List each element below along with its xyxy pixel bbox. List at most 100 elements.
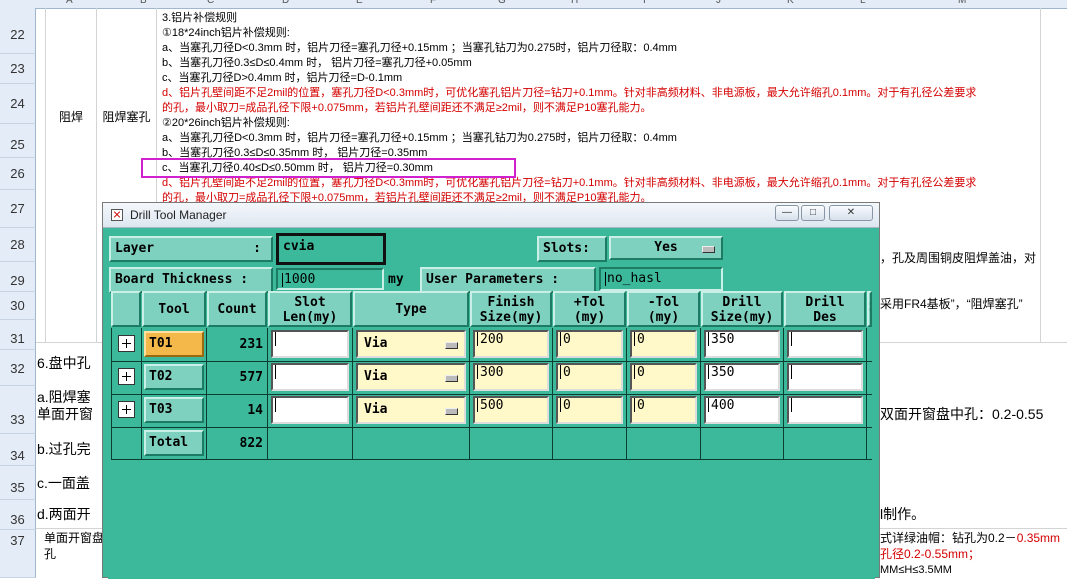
dropdown-indicator-icon <box>445 342 458 349</box>
header-text: Size(my) <box>710 310 774 325</box>
maximize-button[interactable]: □ <box>801 205 825 221</box>
type-value: Via <box>364 402 388 417</box>
text-caret <box>282 272 283 287</box>
drill-des-input[interactable] <box>787 396 863 424</box>
header-slot-len[interactable]: Slot Len(my) <box>268 291 352 327</box>
header-text: Size(my) <box>479 310 543 325</box>
text-caret <box>560 398 561 412</box>
header-text: +Tol <box>573 295 606 310</box>
board-thickness-input[interactable]: 1000 <box>276 268 384 290</box>
tool-button-t03[interactable]: T03 <box>144 397 204 423</box>
header-plus-tol[interactable]: +Tol (my) <box>553 291 626 327</box>
row-header[interactable]: 36 <box>0 500 36 530</box>
expand-row-icon[interactable] <box>118 335 135 352</box>
drill-des-input[interactable] <box>787 330 863 358</box>
header-drill-size[interactable]: Drill Size(my) <box>701 291 783 327</box>
drill-size-input[interactable]: 400 <box>704 396 780 424</box>
tool-count: 231 <box>239 337 263 352</box>
plus-tol-input[interactable]: 0 <box>556 396 623 424</box>
row-header[interactable]: 37 <box>0 530 36 578</box>
row-header[interactable]: 32 <box>0 350 36 386</box>
column-letter: G <box>498 0 506 6</box>
minus-tol-input[interactable]: 0 <box>630 396 697 424</box>
plus-tol-input[interactable]: 0 <box>556 330 623 358</box>
row-header[interactable]: 24 <box>0 84 36 124</box>
finish-size-input[interactable]: 200 <box>473 330 549 358</box>
layer-label-text: Layer <box>115 241 155 256</box>
header-text: (my) <box>647 310 680 325</box>
tool-button-t02[interactable]: T02 <box>144 364 204 390</box>
text-caret <box>477 398 478 412</box>
slots-select[interactable]: Yes <box>609 236 723 260</box>
minus-tol-input[interactable]: 0 <box>630 330 697 358</box>
cell-text: b.过孔完 <box>37 441 91 457</box>
drill-size-input[interactable]: 350 <box>704 363 780 391</box>
board-thickness-unit: my <box>388 272 404 287</box>
row-header[interactable]: 25 <box>0 124 36 158</box>
text-caret <box>791 332 792 346</box>
type-select[interactable]: Via <box>356 363 466 391</box>
merged-cell-a[interactable]: 阻焊 <box>46 108 96 125</box>
minus-tol-input[interactable]: 0 <box>630 363 697 391</box>
tool-count: 14 <box>247 403 263 418</box>
row-header[interactable]: 34 <box>0 434 36 466</box>
finish-size-value: 300 <box>480 365 504 380</box>
header-finish-size[interactable]: Finish Size(my) <box>470 291 552 327</box>
rule-line: a、当塞孔刀径D<0.3mm 时，铝片刀径=塞孔刀径+0.15mm ；当塞孔钻刀… <box>162 42 677 54</box>
finish-size-input[interactable]: 300 <box>473 363 549 391</box>
column-letter: B <box>140 0 147 6</box>
layer-field[interactable]: cvia <box>276 233 386 265</box>
header-drill-des[interactable]: Drill Des <box>784 291 866 327</box>
tool-button-t01[interactable]: T01 <box>144 331 204 357</box>
header-minus-tol[interactable]: -Tol (my) <box>627 291 700 327</box>
row-header[interactable]: 22 <box>0 8 36 54</box>
row-header[interactable]: 35 <box>0 466 36 500</box>
plus-tol-input[interactable]: 0 <box>556 363 623 391</box>
text-caret <box>708 332 709 346</box>
header-type[interactable]: Type <box>353 291 469 327</box>
cell-text: 孔径0.2-0.55mm； <box>880 547 981 561</box>
table-grid-line <box>111 427 872 428</box>
column-letter: F <box>430 0 437 6</box>
type-select[interactable]: Via <box>356 330 466 358</box>
total-button[interactable]: Total <box>144 430 204 456</box>
close-button[interactable]: ✕ <box>829 205 873 221</box>
drill-des-input[interactable] <box>787 363 863 391</box>
row-header[interactable]: 31 <box>0 320 36 350</box>
row-header[interactable]: 23 <box>0 54 36 84</box>
row-header[interactable]: 26 <box>0 158 36 190</box>
slot-len-input[interactable] <box>271 363 349 391</box>
highlight-annotation <box>141 158 516 178</box>
row-header[interactable]: 33 <box>0 386 36 434</box>
merged-cell-b[interactable]: 阻焊塞孔 <box>97 108 156 125</box>
board-thickness-value: 1000 <box>284 272 316 287</box>
row-header[interactable]: 27 <box>0 190 36 228</box>
slot-len-input[interactable] <box>271 330 349 358</box>
cell-text: a.阻焊塞 <box>37 389 91 405</box>
dialog-titlebar[interactable]: Drill Tool Manager — □ ✕ <box>103 203 879 228</box>
header-count[interactable]: Count <box>207 291 267 327</box>
column-letter: E <box>356 0 363 6</box>
text-caret <box>477 365 478 379</box>
header-tool[interactable]: Tool <box>142 291 206 327</box>
type-select[interactable]: Via <box>356 396 466 424</box>
row-header[interactable]: 30 <box>0 292 36 320</box>
finish-size-input[interactable]: 500 <box>473 396 549 424</box>
user-parameters-input[interactable]: no_hasl <box>599 267 723 291</box>
minimize-button[interactable]: — <box>775 205 799 221</box>
text-caret <box>708 398 709 412</box>
grid-line <box>45 8 46 342</box>
drill-size-input[interactable]: 350 <box>704 330 780 358</box>
header-text: (my) <box>573 310 606 325</box>
expand-row-icon[interactable] <box>118 401 135 418</box>
row-header[interactable]: 29 <box>0 262 36 292</box>
expand-row-icon[interactable] <box>118 368 135 385</box>
row-header[interactable]: 28 <box>0 228 36 262</box>
user-parameters-label: User Parameters : <box>420 267 596 293</box>
column-letter: L <box>860 0 866 6</box>
text-caret <box>477 332 478 346</box>
table-grid-line <box>111 361 872 362</box>
slot-len-input[interactable] <box>271 396 349 424</box>
minus-tol-value: 0 <box>637 398 645 413</box>
column-header-bar: A B C D E F G H I J K L M <box>0 0 1067 9</box>
